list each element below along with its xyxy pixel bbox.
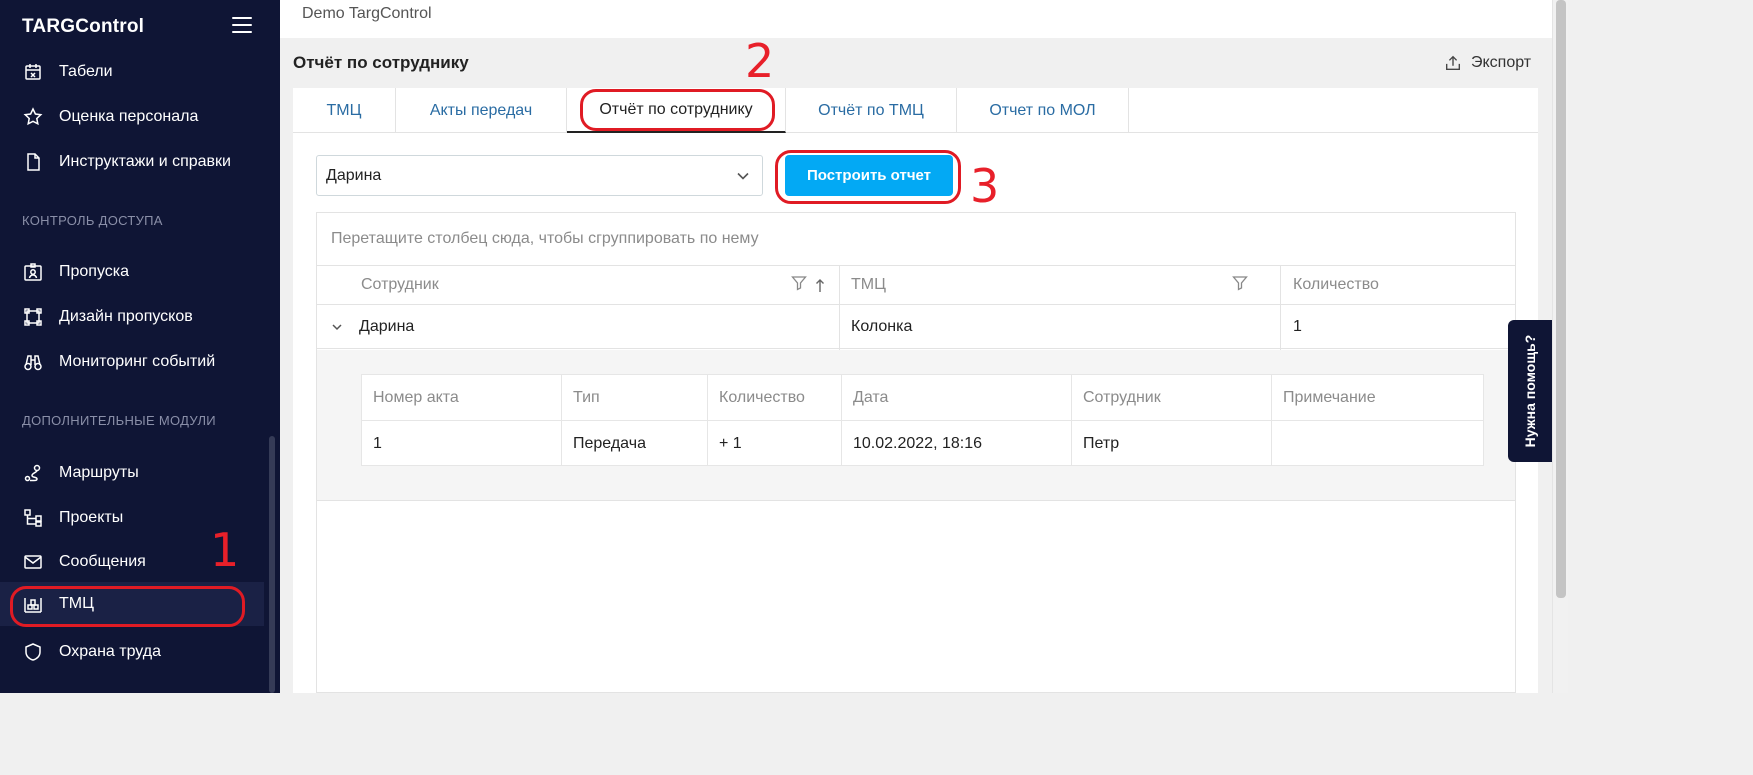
table-row[interactable]: Дарина: [317, 305, 839, 349]
annotation-number-1: 1: [210, 523, 240, 577]
hamburger-menu-icon[interactable]: [232, 17, 252, 35]
sidebar-item-label: Охрана труда: [59, 643, 161, 660]
detail-cell-date: 10.02.2022, 18:16: [842, 421, 1072, 466]
detail-header-employee[interactable]: Сотрудник: [1072, 375, 1272, 421]
annotation-number-2: 2: [745, 34, 775, 88]
column-header-employee[interactable]: Сотрудник: [317, 266, 839, 305]
detail-table: Номер акта Тип Количество Дата Сотрудник…: [361, 374, 1484, 466]
sidebar-item-label: ТМЦ: [59, 595, 94, 612]
detail-cell-quantity: + 1: [708, 421, 842, 466]
hierarchy-icon: [22, 507, 44, 529]
sidebar: TARGControl Табели Оценка персонала Инст…: [0, 0, 280, 693]
data-grid: Перетащите столбец сюда, чтобы сгруппиро…: [316, 212, 1516, 693]
section-title-modules: ДОПОЛНИТЕЛЬНЫЕ МОДУЛИ: [22, 413, 216, 428]
sidebar-item-passes[interactable]: Пропуска: [0, 252, 264, 292]
sidebar-item-label: Проекты: [59, 509, 124, 526]
export-icon: [1446, 55, 1460, 70]
column-header-label: Количество: [1293, 276, 1379, 293]
detail-header-date[interactable]: Дата: [842, 375, 1072, 421]
tab-employee-report[interactable]: Отчёт по сотруднику: [567, 88, 786, 133]
tab-bar: ТМЦ Акты передач Отчёт по сотруднику Отч…: [293, 88, 1538, 133]
detail-cell-act-number: 1: [362, 421, 562, 466]
column-header-label: Сотрудник: [361, 276, 439, 293]
annotation-number-3: 3: [970, 159, 1000, 213]
binoculars-icon: [22, 351, 44, 373]
route-icon: [22, 462, 44, 484]
section-title-access: КОНТРОЛЬ ДОСТУПА: [22, 213, 163, 228]
detail-header-quantity[interactable]: Количество: [708, 375, 842, 421]
column-header-quantity[interactable]: Количество: [1281, 266, 1515, 305]
chevron-down-icon: [737, 172, 749, 180]
filter-icon[interactable]: [1232, 275, 1248, 291]
detail-header-note[interactable]: Примечание: [1272, 375, 1483, 421]
warehouse-icon: [22, 593, 44, 615]
group-panel[interactable]: Перетащите столбец сюда, чтобы сгруппиро…: [317, 213, 1515, 266]
document-icon: [22, 151, 44, 173]
scrollbar-thumb[interactable]: [1556, 0, 1566, 598]
tab-mol-report[interactable]: Отчет по МОЛ: [957, 88, 1129, 133]
sidebar-item-routes[interactable]: Маршруты: [0, 453, 264, 493]
calendar-x-icon: [22, 61, 44, 83]
page-title: Отчёт по сотруднику: [293, 53, 469, 72]
sidebar-item-label: Сообщения: [59, 553, 146, 570]
star-icon: [22, 106, 44, 128]
top-bar: Demo TargControl: [280, 0, 1552, 38]
sidebar-item-tmc[interactable]: ТМЦ: [0, 582, 264, 626]
detail-header-act-number[interactable]: Номер акта: [362, 375, 562, 421]
sidebar-item-label: Дизайн пропусков: [59, 308, 193, 325]
employee-select-value: Дарина: [326, 166, 382, 184]
tab-tmc[interactable]: ТМЦ: [293, 88, 396, 133]
sidebar-scrollbar[interactable]: [269, 436, 275, 693]
sidebar-item-label: Инструктажи и справки: [59, 153, 231, 170]
detail-cell-note: [1272, 421, 1483, 466]
sidebar-item-label: Мониторинг событий: [59, 353, 216, 370]
build-report-button[interactable]: Построить отчет: [785, 155, 953, 196]
envelope-icon: [22, 551, 44, 573]
employee-select[interactable]: Дарина: [316, 155, 763, 196]
tab-transfer-acts[interactable]: Акты передач: [396, 88, 567, 133]
sidebar-item-personnel-rating[interactable]: Оценка персонала: [0, 97, 264, 137]
column-header-tmc[interactable]: ТМЦ: [840, 266, 1280, 305]
detail-header-type[interactable]: Тип: [562, 375, 708, 421]
detail-cell-type: Передача: [562, 421, 708, 466]
sidebar-item-label: Пропуска: [59, 263, 130, 280]
detail-cell-employee: Петр: [1072, 421, 1272, 466]
cell-tmc: Колонка: [851, 317, 913, 335]
export-label: Экспорт: [1471, 54, 1532, 71]
sidebar-item-briefings[interactable]: Инструктажи и справки: [0, 142, 264, 182]
shield-icon: [22, 641, 44, 663]
sidebar-item-label: Маршруты: [59, 464, 139, 481]
sidebar-item-labor-safety[interactable]: Охрана труда: [0, 632, 264, 672]
design-frame-icon: [22, 306, 44, 328]
detail-area: Номер акта Тип Количество Дата Сотрудник…: [317, 350, 1515, 501]
help-tab[interactable]: Нужна помощь?: [1508, 320, 1552, 462]
sidebar-item-tabeli[interactable]: Табели: [0, 52, 264, 92]
sidebar-item-label: Оценка персонала: [59, 108, 199, 125]
table-cell: Колонка: [840, 305, 1280, 349]
cell-employee: Дарина: [359, 317, 415, 335]
chevron-down-icon[interactable]: [331, 322, 343, 332]
table-cell: 1: [1281, 305, 1515, 349]
page-scrollbar[interactable]: [1552, 0, 1568, 693]
badge-icon: [22, 261, 44, 283]
filter-icon[interactable]: [791, 275, 807, 291]
column-header-label: ТМЦ: [851, 276, 886, 293]
brand-logo: TARGControl: [22, 16, 145, 37]
tab-tmc-report[interactable]: Отчёт по ТМЦ: [786, 88, 957, 133]
sidebar-item-event-monitoring[interactable]: Мониторинг событий: [0, 342, 264, 382]
workspace-title: Demo TargControl: [302, 5, 432, 22]
cell-quantity: 1: [1293, 317, 1302, 335]
sidebar-item-label: Табели: [59, 63, 113, 80]
export-button[interactable]: Экспорт: [1444, 54, 1531, 72]
sidebar-item-pass-design[interactable]: Дизайн пропусков: [0, 297, 264, 337]
help-tab-label: Нужна помощь?: [1522, 334, 1538, 448]
sort-ascending-icon[interactable]: [815, 278, 825, 293]
